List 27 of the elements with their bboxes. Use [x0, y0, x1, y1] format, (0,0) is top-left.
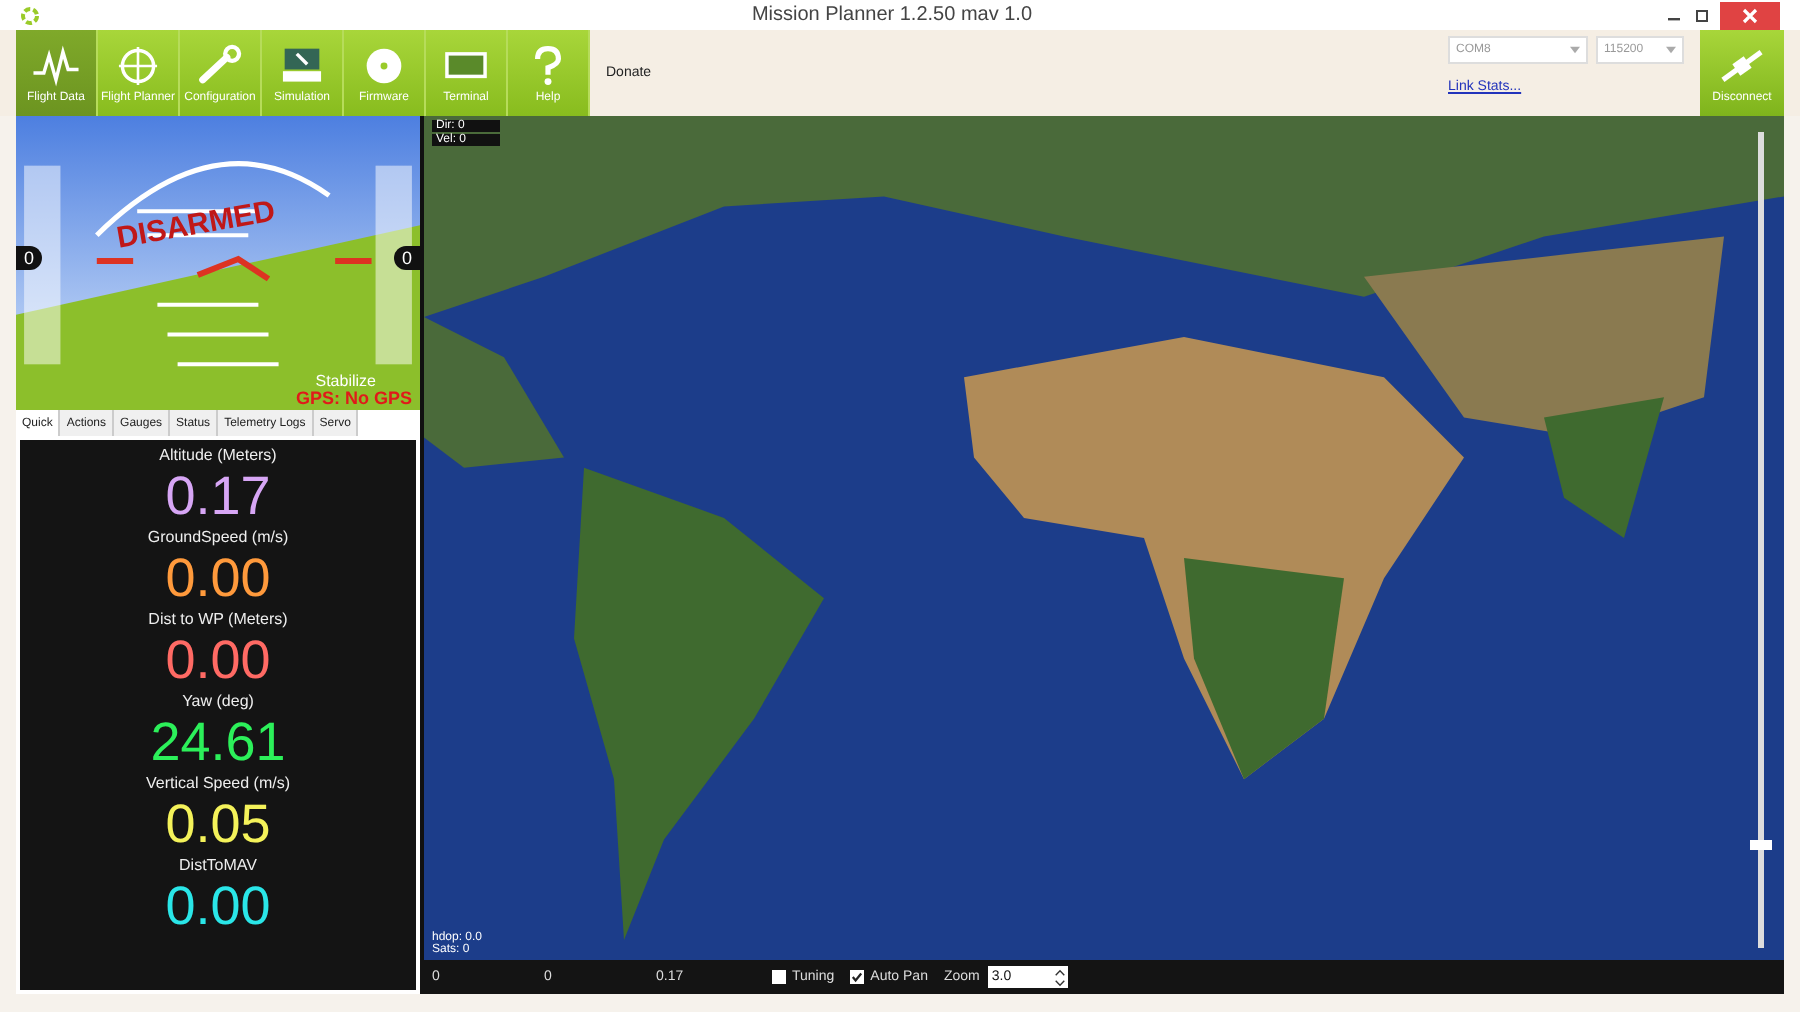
app-logo-icon [20, 5, 40, 25]
quick-value: 0.17 [165, 464, 271, 528]
checkbox[interactable] [850, 970, 865, 984]
quick-value: 0.05 [165, 792, 271, 856]
flight-mode: Stabilize [315, 372, 376, 390]
quick-label: Vertical Speed (m/s) [145, 774, 291, 792]
armed-status: DISARMED [114, 194, 278, 256]
altitude-readout: 0 [16, 246, 43, 270]
quick-value: 24.61 [150, 710, 286, 774]
caret-icon [1666, 46, 1676, 54]
restore-icon[interactable] [1692, 5, 1712, 25]
spinner-arrows-icon [1053, 967, 1066, 987]
close-icon[interactable] [1720, 1, 1780, 29]
quick-value: 0.00 [165, 628, 271, 692]
quick-label: DistToMAV [179, 856, 257, 874]
caret-icon [1570, 46, 1580, 54]
pulse-icon [30, 43, 82, 87]
wrench-icon [194, 43, 246, 87]
quick-label: Yaw (deg) [182, 692, 254, 710]
quick-label: GroundSpeed (m/s) [147, 528, 289, 546]
quick-value: 0.00 [165, 546, 271, 610]
quick-label: Altitude (Meters) [159, 446, 277, 464]
quick-value: 0.00 [165, 874, 271, 938]
quick-label: Dist to WP (Meters) [148, 610, 288, 628]
window-title: Mission Planner 1.2.50 mav 1.0 [751, 4, 1033, 26]
gps-status: GPS: No GPS [295, 388, 412, 408]
checkbox[interactable] [772, 970, 786, 984]
